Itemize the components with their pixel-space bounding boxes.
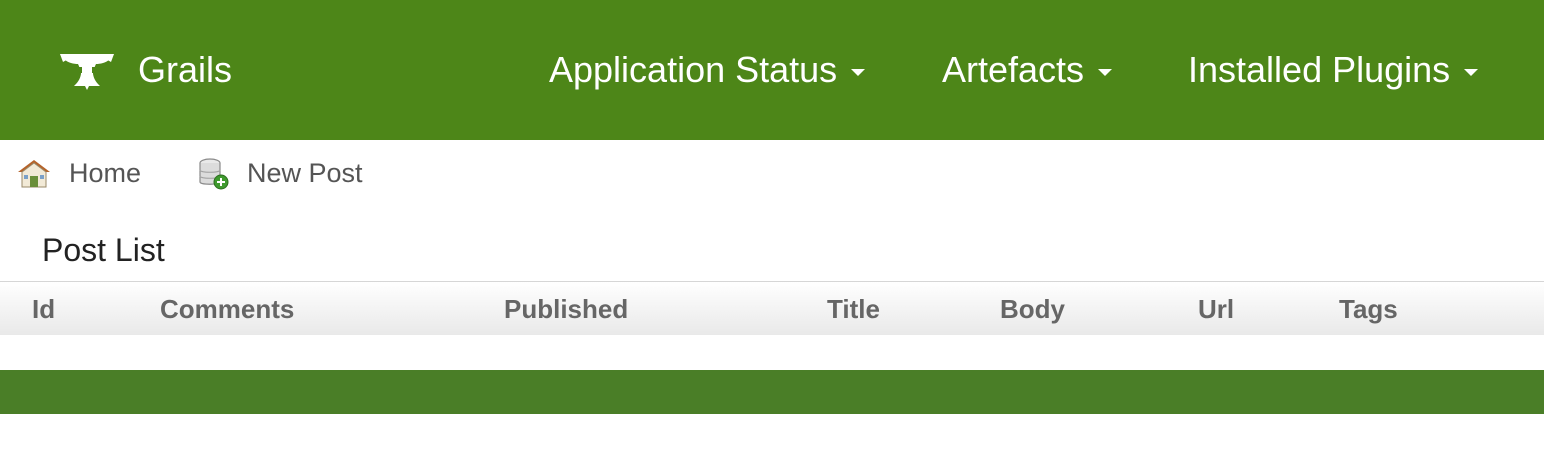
brand-label: Grails xyxy=(138,49,233,90)
new-post-link[interactable]: New Post xyxy=(196,154,363,192)
database-add-icon xyxy=(199,158,229,190)
brand-link[interactable]: Grails xyxy=(58,46,232,94)
new-post-label: New Post xyxy=(247,157,363,188)
column-header-id[interactable]: Id xyxy=(32,294,55,324)
footer-bar xyxy=(0,370,1544,414)
column-header-body[interactable]: Body xyxy=(1000,294,1065,324)
menu-installed-plugins[interactable]: Installed Plugins xyxy=(1188,46,1479,94)
column-header-published[interactable]: Published xyxy=(504,294,628,324)
grails-logo-icon xyxy=(60,54,114,90)
top-navbar: Grails Application Status Artefacts Inst… xyxy=(0,0,1544,140)
column-header-tags[interactable]: Tags xyxy=(1339,294,1398,324)
column-header-comments[interactable]: Comments xyxy=(160,294,294,324)
house-icon xyxy=(18,160,50,188)
post-table-header: Id Comments Published Title Body Url Tag… xyxy=(0,281,1544,335)
menu-artefacts[interactable]: Artefacts xyxy=(942,46,1113,94)
caret-down-icon xyxy=(851,68,866,76)
sub-navigation: Home New Post xyxy=(0,140,1544,206)
menu-installed-plugins-label: Installed Plugins xyxy=(1188,49,1451,90)
menu-application-status[interactable]: Application Status xyxy=(549,46,866,94)
home-link[interactable]: Home xyxy=(16,154,141,192)
menu-application-status-label: Application Status xyxy=(549,49,838,90)
caret-down-icon xyxy=(1098,68,1113,76)
page-title: Post List xyxy=(42,232,165,268)
menu-artefacts-label: Artefacts xyxy=(942,49,1085,90)
home-label: Home xyxy=(69,157,142,188)
caret-down-icon xyxy=(1464,68,1479,76)
column-header-title[interactable]: Title xyxy=(827,294,880,324)
column-header-url[interactable]: Url xyxy=(1198,294,1234,324)
